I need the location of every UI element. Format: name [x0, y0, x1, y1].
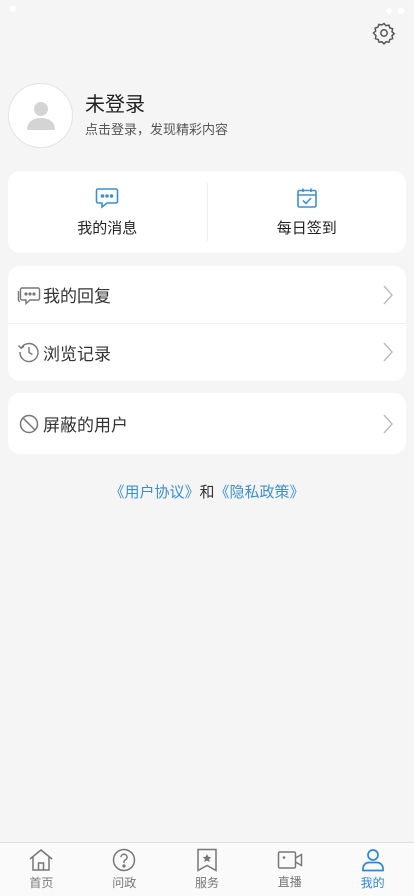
question-icon — [112, 848, 136, 872]
home-icon — [29, 849, 53, 871]
daily-checkin-label: 每日签到 — [276, 218, 337, 237]
tab-services[interactable]: 服务 — [166, 843, 249, 896]
tab-home[interactable]: 首页 — [0, 843, 83, 896]
status-bar — [0, 0, 414, 22]
service-icon — [197, 848, 217, 872]
login-status[interactable]: 未登录 — [85, 91, 228, 117]
menu-item-browsing-history[interactable]: 浏览记录 — [8, 323, 406, 380]
menu-item-label: 我的回复 — [43, 287, 111, 307]
history-icon — [17, 342, 39, 363]
privacy-policy-link[interactable]: 《隐私政策》 — [215, 483, 305, 501]
user-icon — [361, 849, 384, 872]
my-messages-button[interactable]: 我的消息 — [8, 171, 207, 253]
settings-button[interactable] — [369, 18, 399, 48]
login-prompt[interactable]: 点击登录，发现精彩内容 — [85, 123, 228, 139]
reply-icon — [17, 286, 41, 305]
chevron-right-icon — [383, 285, 393, 304]
tab-label: 我的 — [360, 876, 385, 890]
quick-actions-card: 我的消息 每日签到 — [8, 171, 406, 253]
menu-item-blocked-users[interactable]: 屏蔽的用户 — [8, 393, 406, 454]
tab-live[interactable]: 直播 — [248, 843, 331, 896]
chevron-right-icon — [383, 414, 393, 433]
profile-header[interactable]: 未登录 点击登录，发现精彩内容 — [8, 82, 406, 148]
calendar-check-icon — [296, 188, 317, 208]
bottom-tab-bar: 首页 问政 服务 直播 我的 — [0, 842, 414, 896]
video-icon — [277, 851, 303, 869]
tab-label: 首页 — [29, 876, 54, 890]
gear-icon — [372, 22, 396, 45]
menu-group-2: 屏蔽的用户 — [8, 393, 406, 454]
tab-label: 直播 — [277, 875, 302, 889]
message-icon — [95, 187, 119, 209]
tab-inquiry[interactable]: 问政 — [83, 843, 166, 896]
chevron-right-icon — [383, 342, 393, 362]
agreement-and-text: 和 — [199, 483, 215, 501]
agreement-links: 《用户协议》和《隐私政策》 — [0, 481, 414, 502]
my-messages-label: 我的消息 — [77, 218, 138, 237]
menu-item-label: 浏览记录 — [43, 344, 111, 365]
tab-label: 问政 — [112, 876, 137, 890]
menu-group-1: 我的回复 浏览记录 — [8, 266, 406, 381]
daily-checkin-button[interactable]: 每日签到 — [208, 171, 407, 253]
user-agreement-link[interactable]: 《用户协议》 — [109, 483, 199, 501]
menu-item-label: 屏蔽的用户 — [43, 416, 128, 436]
tab-label: 服务 — [194, 876, 219, 890]
wifi-icon — [386, 8, 392, 14]
menu-item-my-replies[interactable]: 我的回复 — [8, 266, 406, 323]
avatar[interactable] — [8, 82, 73, 148]
tab-mine[interactable]: 我的 — [331, 843, 414, 896]
battery-icon — [398, 8, 404, 14]
block-icon — [19, 414, 39, 433]
default-avatar-icon — [26, 102, 55, 130]
